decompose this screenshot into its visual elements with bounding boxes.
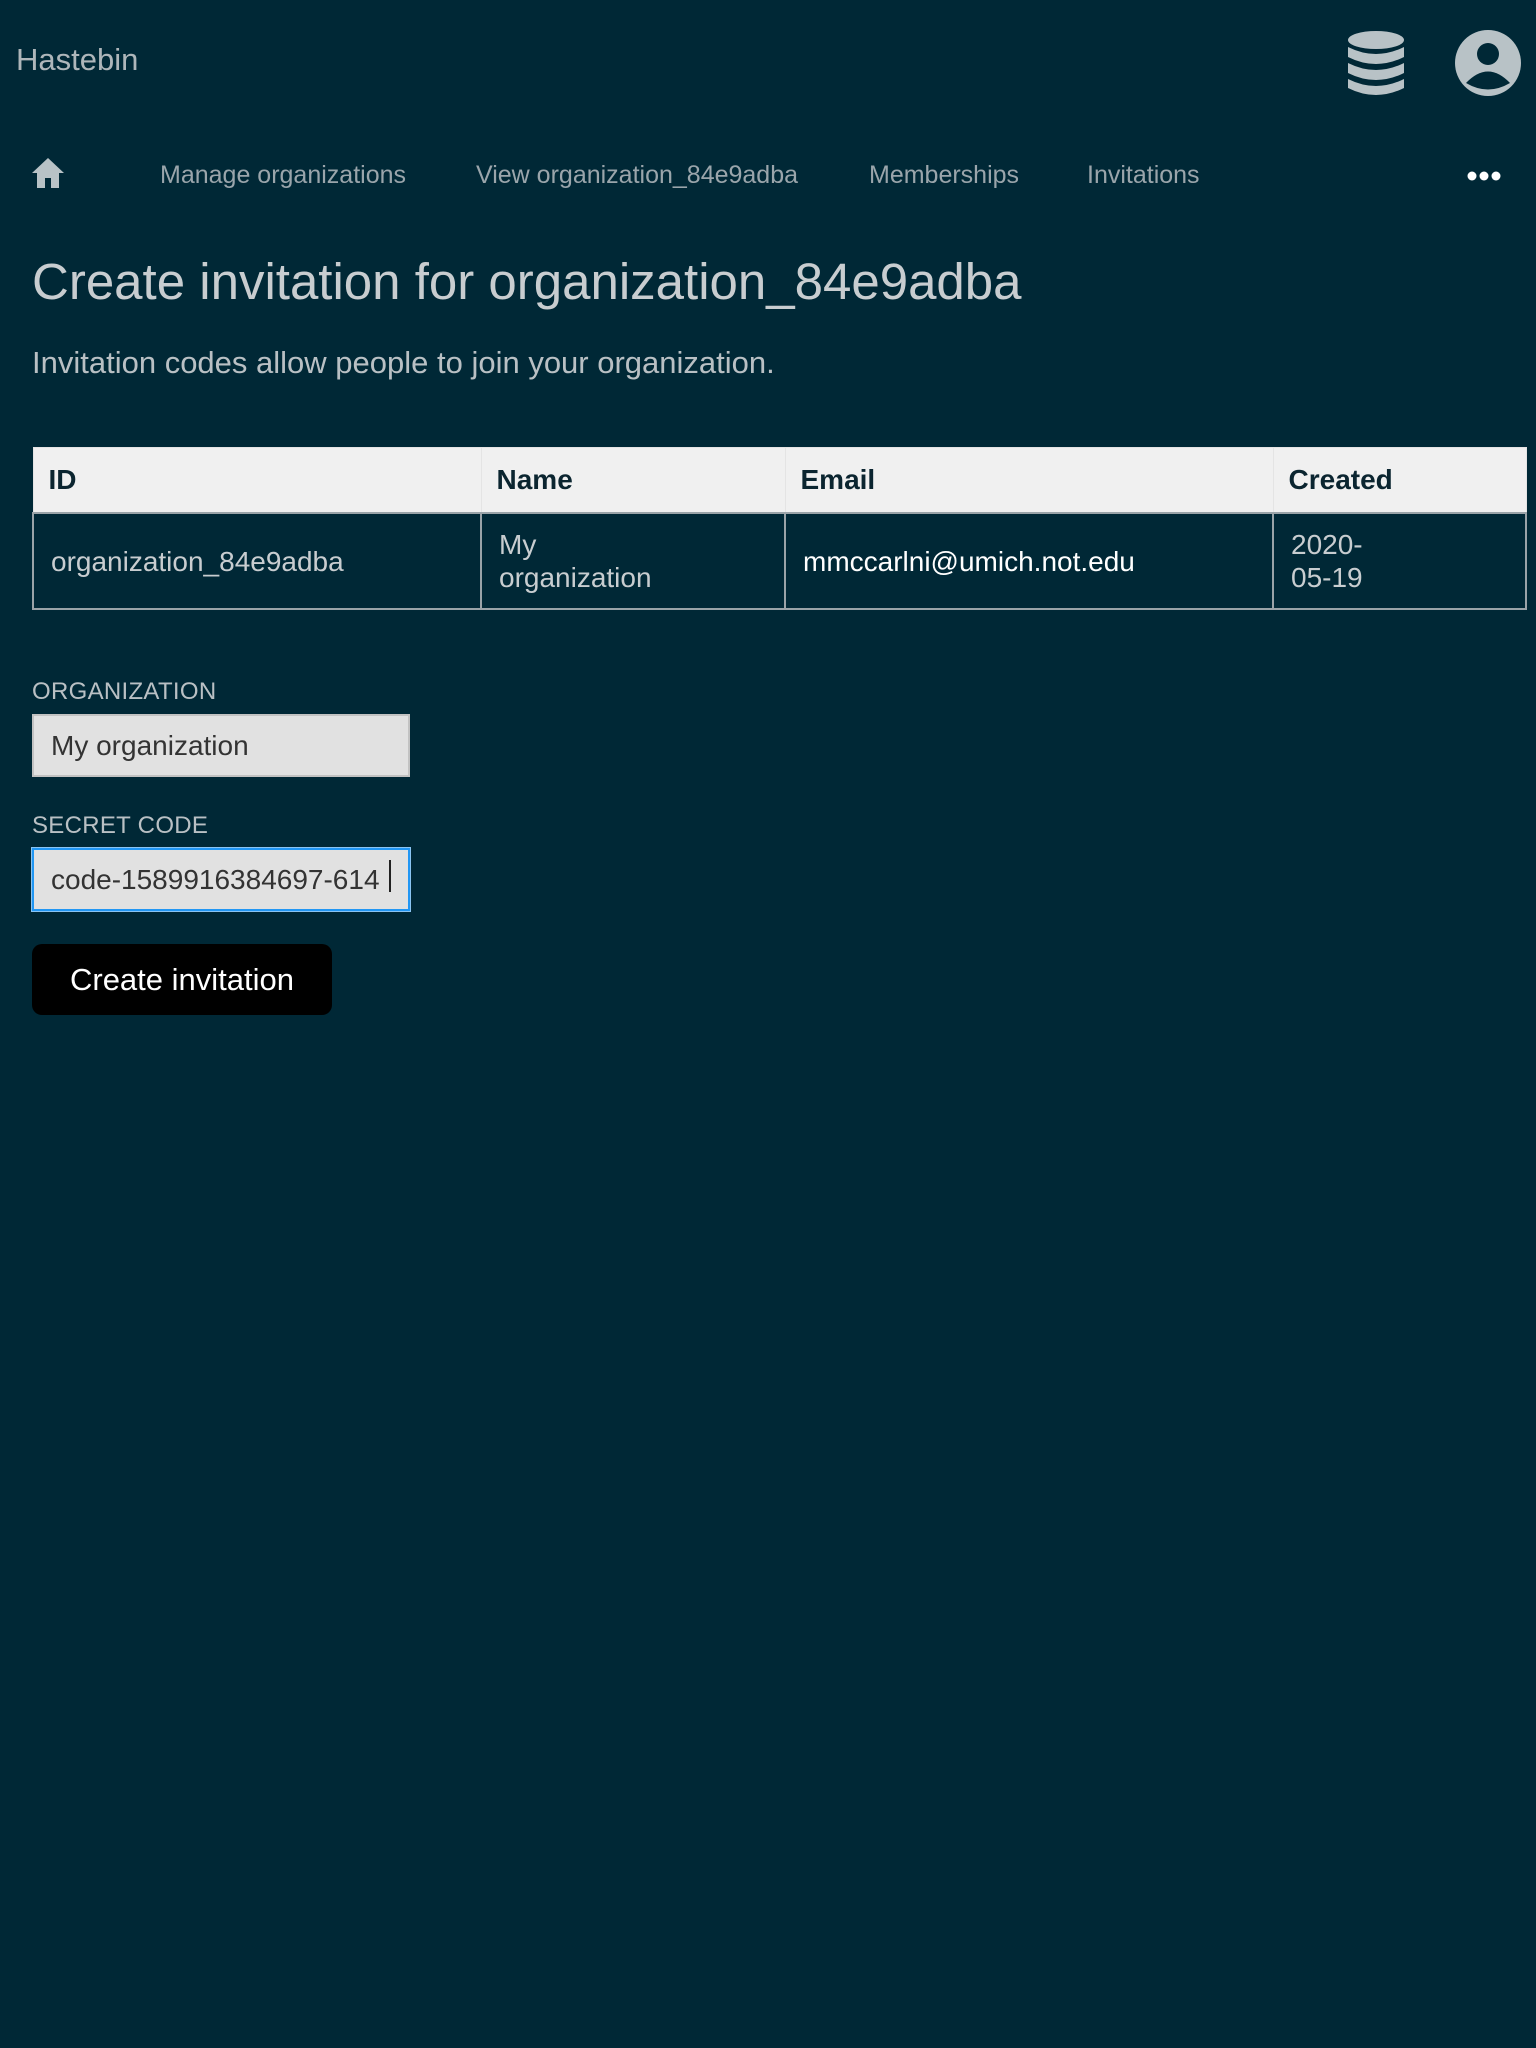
organization-field[interactable]	[32, 714, 410, 777]
nav-link-manage-organizations[interactable]: Manage organizations	[160, 161, 406, 190]
page-subtitle: Invitation codes allow people to join yo…	[32, 345, 775, 380]
text-caret	[389, 860, 391, 892]
cell-email: mmccarlni@umich.not.edu	[784, 512, 1274, 610]
cell-name-line2: organization	[499, 562, 652, 593]
database-icon[interactable]	[1344, 30, 1408, 98]
page-title: Create invitation for organization_84e9a…	[32, 253, 1022, 310]
column-header-id: ID	[32, 447, 482, 514]
secret-code-input[interactable]	[32, 848, 410, 911]
cell-created: 2020- 05-19	[1272, 512, 1527, 610]
more-horizontal-icon[interactable]	[1467, 170, 1501, 182]
cell-name-line1: My	[499, 529, 537, 560]
nav-link-view-organization[interactable]: View organization_84e9adba	[476, 161, 798, 190]
column-header-created: Created	[1272, 447, 1527, 514]
column-header-name: Name	[480, 447, 786, 514]
home-icon[interactable]	[30, 156, 66, 190]
secret-code-label: SECRET CODE	[32, 812, 209, 839]
cell-id: organization_84e9adba	[32, 512, 482, 610]
cell-created-line1: 2020-	[1291, 529, 1363, 560]
nav-link-memberships[interactable]: Memberships	[869, 161, 1019, 190]
table-row: organization_84e9adba My organization mmc…	[32, 512, 1527, 610]
top-bar: Hastebin	[0, 0, 1536, 124]
nav-link-invitations[interactable]: Invitations	[1087, 161, 1200, 190]
organization-table: ID Name Email Created organization_84e9a…	[32, 447, 1527, 610]
brand-link[interactable]: Hastebin	[16, 42, 138, 78]
create-invitation-button[interactable]: Create invitation	[32, 944, 332, 1015]
table-header-row: ID Name Email Created	[32, 447, 1527, 514]
organization-label: ORGANIZATION	[32, 678, 217, 705]
cell-created-line2: 05-19	[1291, 562, 1363, 593]
account-icon[interactable]	[1455, 30, 1521, 96]
column-header-email: Email	[784, 447, 1274, 514]
cell-name: My organization	[480, 512, 786, 610]
main-nav: Manage organizations View organization_8…	[0, 150, 1536, 200]
